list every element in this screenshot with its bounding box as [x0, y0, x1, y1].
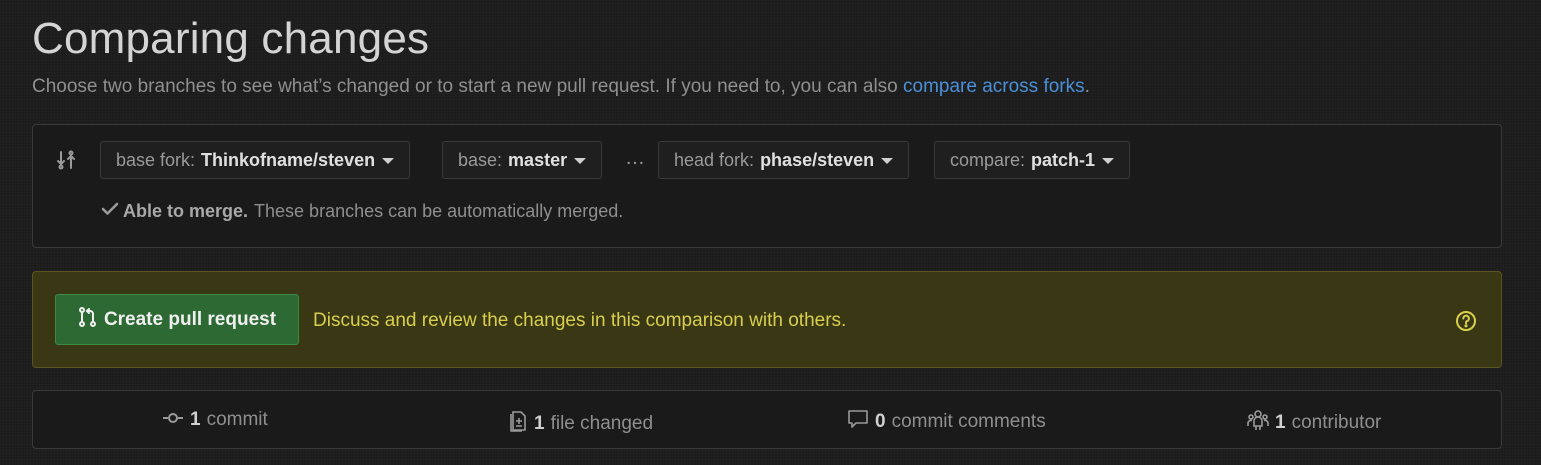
commits-label: commit [206, 409, 268, 430]
compare-label: compare: [950, 149, 1026, 170]
compare-page: Comparing changes Choose two branches to… [0, 0, 1541, 465]
subtitle-text: Choose two branches to see what’s change… [32, 76, 904, 97]
contributors-count: 1 [1275, 412, 1286, 433]
commit-icon [162, 409, 184, 431]
pr-description: Discuss and review the changes in this c… [313, 310, 847, 331]
files-count: 1 [534, 413, 545, 434]
compare-icon [55, 149, 77, 171]
pull-request-icon [78, 306, 104, 334]
question-icon[interactable] [1455, 310, 1477, 332]
numbers-summary: 1 commit 1 file changed 0 commit comment… [32, 390, 1502, 449]
check-icon [101, 201, 119, 222]
base-label: base: [458, 149, 503, 170]
caret-down-icon [382, 158, 395, 164]
commits-stat[interactable]: 1 commit [162, 409, 268, 431]
subtitle-suffix: . [1084, 76, 1090, 97]
merge-status-bold: Able to merge. [123, 201, 249, 221]
files-label: file changed [550, 413, 654, 434]
comment-icon [847, 409, 869, 435]
commits-count: 1 [190, 409, 201, 430]
merge-status-text: These branches can be automatically merg… [254, 201, 624, 221]
compare-branch-select[interactable]: compare: patch-1 [934, 141, 1131, 179]
compare-value: patch-1 [1031, 149, 1096, 170]
merge-status: Able to merge. These branches can be aut… [101, 201, 623, 222]
base-fork-select[interactable]: base fork: Thinkofname/steven [100, 141, 411, 179]
organization-icon [1247, 409, 1269, 437]
base-branch-select[interactable]: base: master [442, 141, 603, 179]
comments-stat[interactable]: 0 commit comments [847, 409, 1046, 435]
range-separator: … [625, 147, 645, 169]
create-pull-request-button[interactable]: Create pull request [55, 294, 299, 345]
contributors-stat[interactable]: 1 contributor [1247, 409, 1381, 437]
comments-count: 0 [875, 411, 886, 432]
files-stat[interactable]: 1 file changed [508, 409, 653, 439]
caret-down-icon [1102, 158, 1115, 164]
range-editor: base fork: Thinkofname/steven base: mast… [32, 124, 1502, 248]
base-fork-value: Thinkofname/steven [201, 149, 376, 170]
comments-label: commit comments [891, 411, 1046, 432]
create-pr-banner: Create pull request Discuss and review t… [32, 271, 1502, 368]
contributors-label: contributor [1291, 412, 1382, 433]
page-subtitle: Choose two branches to see what’s change… [32, 76, 1090, 98]
caret-down-icon [574, 158, 587, 164]
compare-across-forks-link[interactable]: compare across forks [903, 76, 1085, 97]
base-fork-label: base fork: [116, 149, 196, 170]
head-fork-label: head fork: [674, 149, 755, 170]
head-fork-value: phase/steven [760, 149, 875, 170]
caret-down-icon [881, 158, 894, 164]
head-fork-select[interactable]: head fork: phase/steven [658, 141, 910, 179]
page-title: Comparing changes [32, 14, 430, 63]
file-diff-icon [508, 409, 528, 439]
base-value: master [508, 149, 568, 170]
create-pull-request-label: Create pull request [103, 308, 277, 330]
